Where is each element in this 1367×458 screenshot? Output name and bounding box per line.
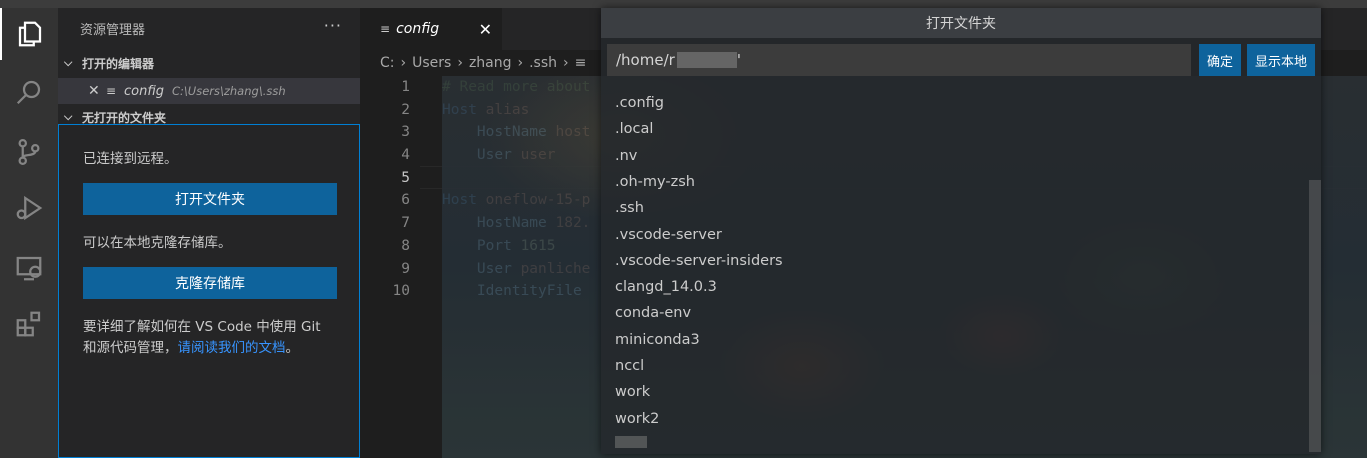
folder-item[interactable]: .vscode-server [615,222,722,248]
chevron-down-icon: ⌵ [64,110,73,123]
open-editor-item[interactable]: ✕ ≡ config C:\Users\zhang\.ssh [58,78,360,104]
tab-config[interactable]: ≡ config ✕ [360,8,502,50]
breadcrumb-item[interactable]: Users [412,55,451,71]
folder-item[interactable]: work2 [615,406,659,432]
no-folder-panel: 已连接到远程。 打开文件夹 可以在本地克隆存储库。 克隆存储库 要详细了解如何在… [58,124,360,458]
line-number: 3 [401,124,410,141]
open-folder-button[interactable]: 打开文件夹 [83,183,337,215]
learn-more-text: 要详细了解如何在 VS Code 中使用 Git 和源代码管理，请阅读我们的文档… [83,317,337,359]
clone-text: 可以在本地克隆存储库。 [83,235,232,251]
line-number: 6 [401,192,410,209]
folder-item[interactable]: work [615,379,650,405]
folder-item[interactable]: miniconda3 [615,327,700,353]
folder-item[interactable]: .nv [615,143,637,169]
source-control-icon[interactable] [0,126,58,178]
sidebar-title: 资源管理器 [80,22,146,38]
breadcrumb-item[interactable]: .ssh [529,55,557,71]
line-number: 4 [401,147,410,164]
chevron-right-icon: › [457,55,463,71]
folder-item[interactable]: conda-env [615,300,691,326]
close-icon[interactable]: ✕ [88,83,106,99]
docs-link[interactable]: 请阅读我们的文档 [178,340,286,356]
more-actions-icon[interactable]: ··· [324,16,342,35]
folder-item[interactable]: clangd_14.0.3 [615,274,717,300]
search-icon[interactable] [0,66,58,118]
file-icon: ≡ [380,22,391,36]
line-number: 2 [401,101,410,118]
tab-label: config [396,21,440,37]
path-input-value: /home/r [616,51,675,69]
chevron-right-icon: › [563,55,569,71]
explorer-sidebar: 资源管理器 ··· ⌵ 打开的编辑器 ✕ ≡ config C:\Users\z… [58,8,360,458]
remote-explorer-icon[interactable] [0,242,58,294]
file-icon: ≡ [574,55,587,71]
redacted-text [615,436,647,448]
line-number: 9 [401,260,410,277]
chevron-down-icon: ⌵ [64,56,73,69]
title-bar [0,0,1367,8]
open-editors-label: 打开的编辑器 [82,56,155,71]
scrollbar[interactable] [1309,180,1321,452]
line-number: 5 [401,169,410,186]
open-editors-header[interactable]: ⌵ 打开的编辑器 [58,52,360,74]
folder-item[interactable]: nccl [615,353,644,379]
open-editor-path: C:\Users\zhang\.ssh [172,84,286,98]
file-icon: ≡ [106,84,117,98]
folder-item[interactable]: .config [615,90,664,116]
folder-item[interactable]: .oh-my-zsh [615,169,695,195]
show-local-button[interactable]: 显示本地 [1247,44,1315,76]
line-number: 8 [401,237,410,254]
no-folder-label: 无打开的文件夹 [82,110,167,125]
connected-text: 已连接到远程。 [83,151,178,167]
dialog-title: 打开文件夹 [601,8,1321,38]
folder-item[interactable]: .local [615,116,653,142]
breadcrumb: C: › Users › zhang › .ssh › ≡ [360,50,586,76]
folder-list: .config .local .nv .oh-my-zsh .ssh .vscode-se… [601,82,1309,454]
breadcrumb-item[interactable]: C: [380,55,395,71]
extensions-icon[interactable] [0,298,58,350]
clone-repository-button[interactable]: 克隆存储库 [83,267,337,299]
line-number: 10 [392,283,410,300]
chevron-right-icon: › [400,55,407,71]
open-editor-name: config [124,83,164,99]
chevron-right-icon: › [517,55,524,71]
ok-button[interactable]: 确定 [1199,44,1241,76]
folder-item[interactable]: .vscode-server-insiders [615,248,783,274]
run-debug-icon[interactable] [0,182,58,234]
breadcrumb-item[interactable]: zhang [469,55,512,71]
line-number: 7 [401,215,410,232]
folder-item[interactable]: .ssh [615,195,644,221]
explorer-icon[interactable] [0,8,58,60]
path-input[interactable]: /home/r ' [607,44,1191,76]
learn-more-end: 。 [285,340,300,356]
activity-bar [0,8,58,458]
line-number-gutter: 1 2 3 4 5 6 7 8 9 10 [360,76,420,303]
open-folder-dialog: 打开文件夹 /home/r ' 确定 显示本地 .config .local .nv.… [601,8,1321,454]
line-number: 1 [401,79,410,95]
path-input-suffix: ' [736,51,741,69]
close-icon[interactable]: ✕ [479,20,492,39]
redacted-text [676,52,737,68]
